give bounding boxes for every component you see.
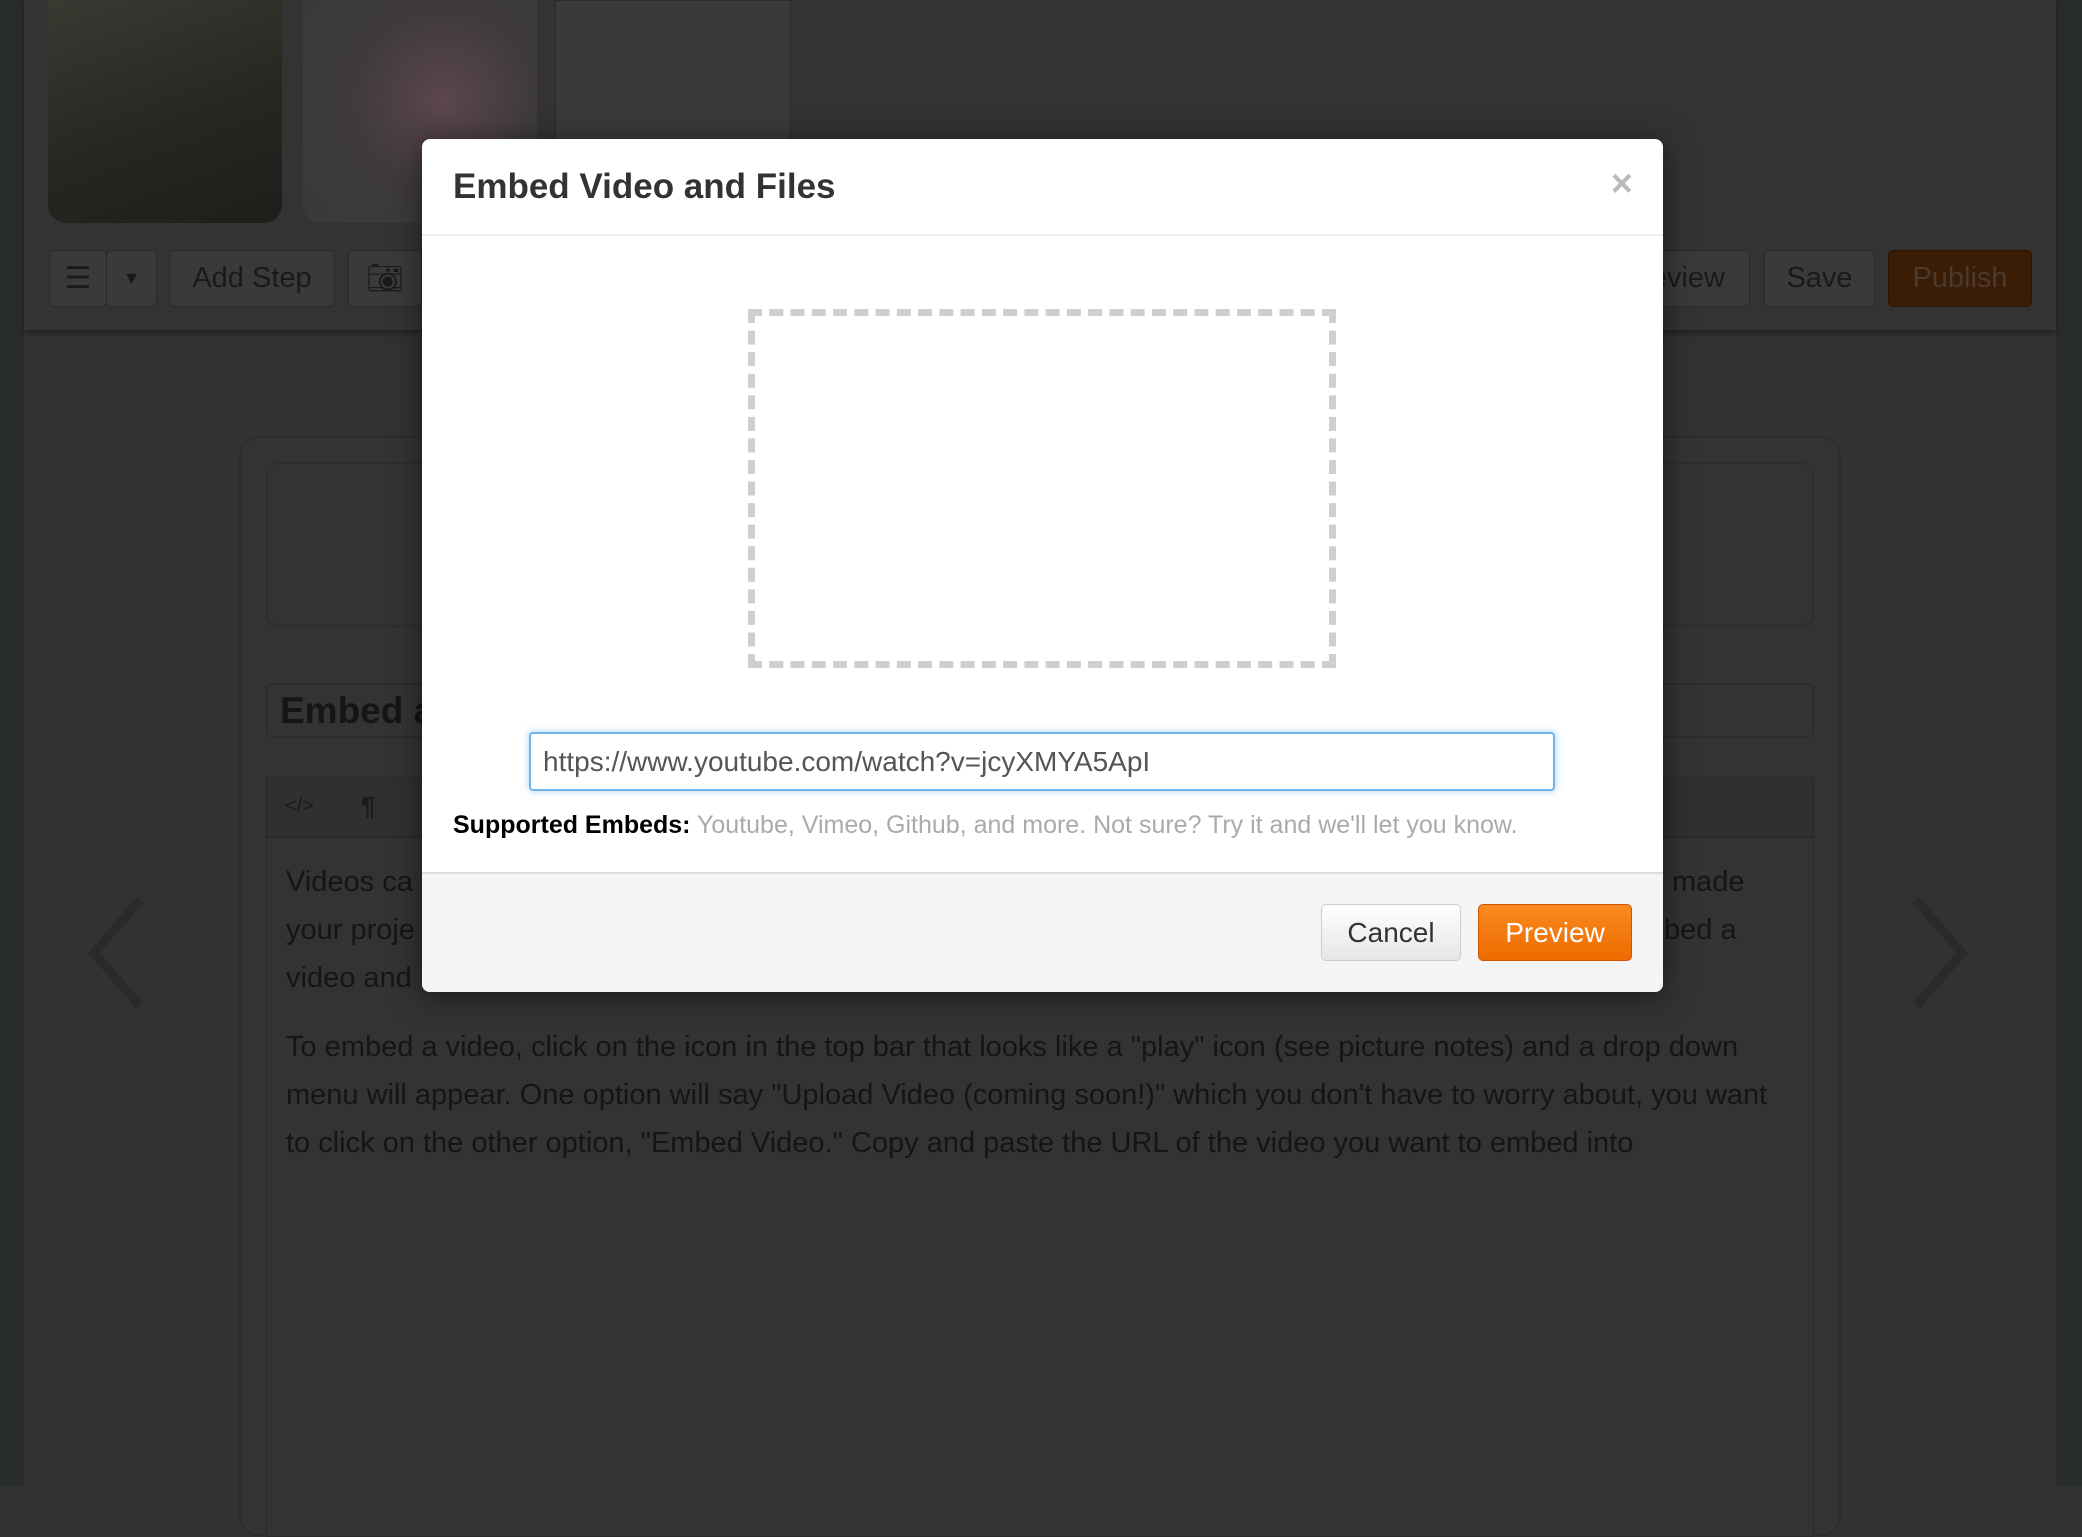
- body-text: made: [1672, 866, 1745, 898]
- embed-modal: Embed Video and Files × Supported Embeds…: [422, 139, 1663, 992]
- supported-embeds-text: Youtube, Vimeo, Github, and more. Not su…: [690, 811, 1518, 839]
- embed-preview-placeholder: [748, 309, 1336, 668]
- next-step-arrow-icon[interactable]: [1912, 896, 1970, 1010]
- body-text: To embed a video, click on the icon in t…: [286, 1031, 1739, 1063]
- dropdown-button[interactable]: ▼: [106, 250, 157, 307]
- page-edge: [0, 0, 24, 1486]
- body-text: menu will appear. One option will say "U…: [286, 1079, 1768, 1111]
- modal-header: Embed Video and Files ×: [422, 139, 1663, 236]
- step-title-text: Embed a: [280, 690, 435, 731]
- caret-down-icon: ▼: [122, 268, 141, 288]
- preview-label: Preview: [1505, 916, 1605, 948]
- body-text: your proje: [286, 914, 415, 946]
- modal-title: Embed Video and Files: [453, 167, 836, 206]
- publish-button[interactable]: Publish: [1888, 250, 2032, 307]
- supported-embeds-label: Supported Embeds:: [453, 811, 691, 839]
- step-thumbnail[interactable]: [48, 0, 282, 223]
- camera-button[interactable]: 📷︎: [348, 250, 422, 307]
- preview-button[interactable]: Preview: [1478, 904, 1632, 961]
- save-label: Save: [1786, 262, 1853, 294]
- embed-url-input[interactable]: [529, 732, 1555, 791]
- supported-embeds-note: Supported Embeds: Youtube, Vimeo, Github…: [453, 811, 1518, 840]
- publish-label: Publish: [1912, 262, 2008, 294]
- add-step-button[interactable]: Add Step: [169, 250, 335, 307]
- html-source-button[interactable]: </>: [285, 795, 314, 818]
- previous-step-arrow-icon[interactable]: [86, 896, 144, 1010]
- cancel-button[interactable]: Cancel: [1321, 904, 1461, 961]
- body-text: Videos ca: [286, 866, 413, 898]
- body-text: video and: [286, 962, 412, 994]
- modal-footer: Cancel Preview: [422, 872, 1663, 992]
- body-text: to click on the other option, "Embed Vid…: [286, 1127, 1634, 1159]
- list-icon: ☰: [64, 262, 92, 295]
- list-button[interactable]: ☰: [49, 250, 107, 307]
- page-edge: [2056, 0, 2082, 1486]
- body-text: bed a: [1664, 914, 1737, 946]
- cancel-label: Cancel: [1347, 916, 1435, 948]
- save-button[interactable]: Save: [1764, 250, 1875, 307]
- camera-icon: 📷︎: [365, 262, 405, 295]
- add-step-label: Add Step: [192, 262, 312, 294]
- paragraph-button[interactable]: ¶: [361, 791, 375, 822]
- close-icon[interactable]: ×: [1611, 163, 1633, 206]
